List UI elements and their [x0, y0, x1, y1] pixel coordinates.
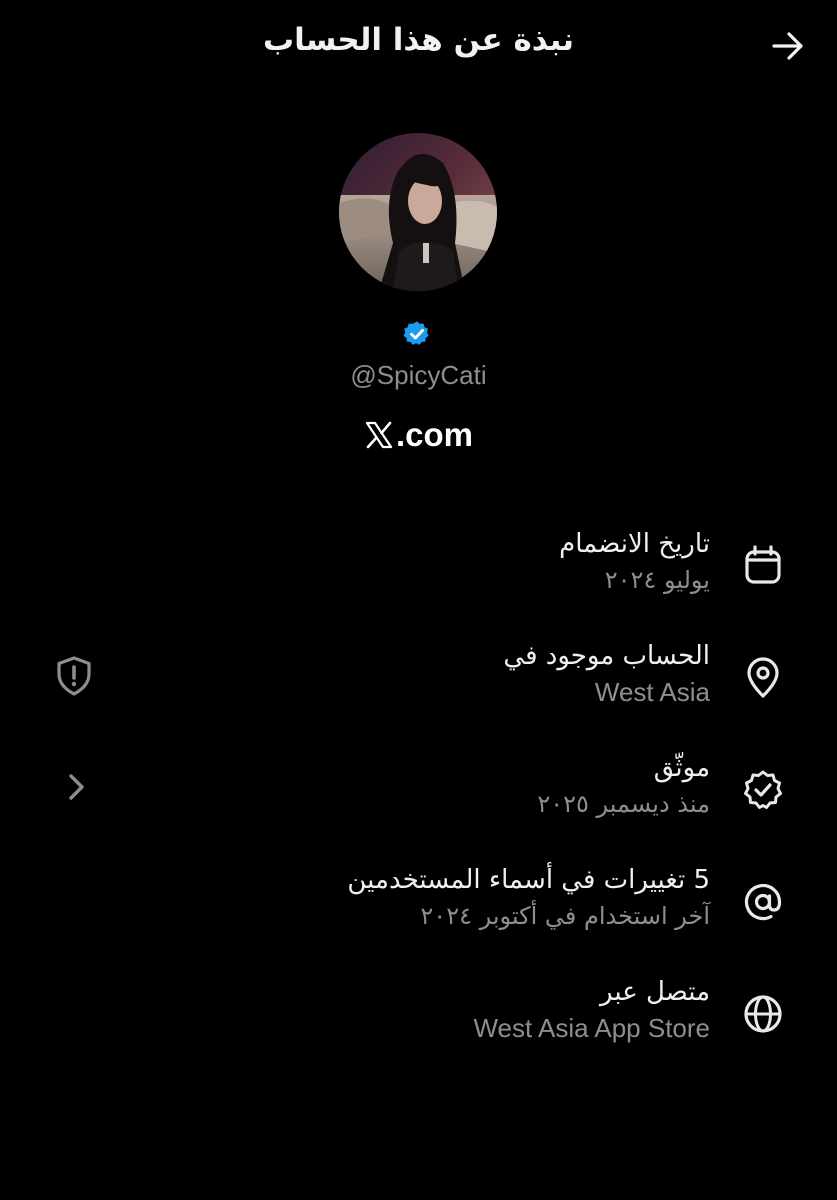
chevron-left-icon	[69, 774, 84, 800]
row-title: الحساب موجود في	[503, 641, 710, 671]
row-verified: موثّق منذ ديسمبر ٢٠٢٥	[0, 751, 837, 831]
row-subtitle: يوليو ٢٠٢٤	[604, 566, 710, 594]
header: نبذة عن هذا الحساب	[0, 0, 837, 90]
row-title: متصل عبر	[600, 977, 710, 1007]
row-username-changes: 5 تغييرات في أسماء المستخدمين آخر استخدا…	[0, 863, 837, 943]
shield-alert-icon	[57, 656, 91, 696]
row-subtitle: West Asia	[594, 677, 710, 707]
row-subtitle: منذ ديسمبر ٢٠٢٥	[537, 790, 710, 818]
location-pin-icon	[738, 653, 788, 703]
row-title: تاريخ الانضمام	[559, 529, 710, 559]
location-info-button[interactable]	[50, 652, 98, 700]
at-sign-icon	[738, 877, 788, 927]
row-join-date: تاريخ الانضمام يوليو ٢٠٢٤	[0, 527, 837, 607]
profile-handle: @SpicyCati	[350, 360, 487, 390]
avatar[interactable]	[339, 133, 497, 291]
page-title: نبذة عن هذا الحساب	[263, 22, 574, 58]
row-title: 5 تغييرات في أسماء المستخدمين	[347, 865, 710, 895]
row-title: موثّق	[653, 753, 710, 783]
x-logo-icon	[365, 421, 393, 449]
source-domain-text: .com	[395, 416, 474, 453]
calendar-icon	[738, 541, 788, 591]
back-button[interactable]	[764, 24, 812, 68]
source-domain: .com	[0, 416, 837, 454]
verified-outline-icon	[738, 765, 788, 815]
row-account-location: الحساب موجود في West Asia	[0, 639, 837, 719]
row-subtitle: West Asia App Store	[473, 1013, 710, 1043]
verified-details-button[interactable]	[51, 763, 99, 811]
row-subtitle: آخر استخدام في أكتوبر ٢٠٢٤	[420, 902, 710, 930]
arrow-right-icon	[772, 32, 803, 60]
row-connected-via: متصل عبر West Asia App Store	[0, 975, 837, 1055]
globe-icon	[738, 989, 788, 1039]
verified-badge-icon	[403, 321, 429, 345]
